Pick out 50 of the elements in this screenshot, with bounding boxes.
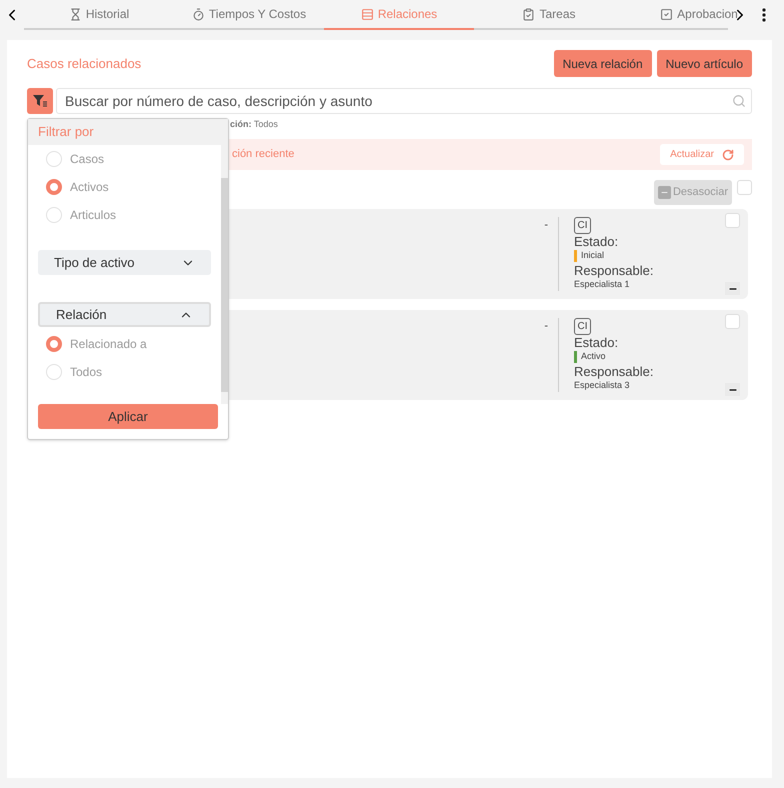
card-dash: - [544, 319, 548, 334]
radio-option[interactable]: Casos [46, 145, 211, 173]
filter-summary: ción: Todos [230, 118, 278, 132]
tab-icon [68, 8, 82, 20]
filter-button[interactable] [27, 88, 53, 114]
radio-option[interactable]: Activos [46, 173, 211, 201]
tab[interactable]: Relaciones [324, 0, 474, 30]
ci-badge: CI [574, 217, 591, 234]
alert-text: ción reciente [232, 147, 294, 162]
owner-label: Responsable: [574, 364, 654, 378]
state-value: Inicial [581, 249, 604, 262]
state-value: Activo [581, 350, 606, 363]
card-checkbox[interactable] [725, 314, 740, 329]
card-dash: - [544, 218, 548, 233]
owner-value: Especialista 3 [574, 379, 631, 392]
section-title: Casos relacionados [27, 54, 142, 73]
tab[interactable]: Historial [24, 0, 174, 30]
tab-icon [660, 8, 674, 20]
tab-icon [360, 8, 374, 20]
state-label: Estado: [574, 234, 620, 249]
card-checkbox[interactable] [725, 213, 740, 228]
tab[interactable]: Tiempos Y Costos [174, 0, 324, 30]
refresh-button[interactable]: Actualizar [660, 144, 744, 165]
action-button[interactable]: Nueva relación [554, 50, 652, 77]
kebab-menu-icon [762, 8, 766, 22]
popup-title: Filtrar por [38, 123, 94, 142]
filter-icon [32, 94, 48, 108]
state-label: Estado: [574, 335, 620, 350]
search-icon [732, 94, 746, 108]
tab-icon [192, 8, 205, 20]
apply-button[interactable]: Aplicar [38, 404, 218, 429]
ci-badge: CI [574, 318, 591, 335]
collapse-button[interactable] [725, 383, 740, 396]
search-field[interactable]: Buscar por número de caso, descripción y asunto [56, 88, 752, 114]
owner-label: Responsable: [574, 262, 654, 278]
radio-option[interactable]: Todos [46, 358, 211, 386]
scrollbar-thumb[interactable] [221, 178, 228, 392]
radio-option[interactable]: Relacionado a [46, 330, 211, 358]
asset-type-dropdown[interactable]: Tipo de activo [38, 250, 211, 275]
collapse-button[interactable] [725, 282, 740, 295]
action-button[interactable]: Nuevo artículo [656, 50, 752, 77]
select-all-checkbox[interactable] [737, 180, 752, 195]
relation-dropdown[interactable]: Relación [38, 302, 211, 327]
owner-value: Especialista 1 [574, 278, 631, 291]
tab-icon [522, 8, 536, 20]
radio-option[interactable]: Articulos [46, 201, 211, 229]
tab[interactable]: Aprobacion [624, 0, 774, 30]
tab[interactable]: Tareas [474, 0, 624, 30]
minus-icon [658, 186, 671, 199]
refresh-icon [722, 148, 734, 160]
